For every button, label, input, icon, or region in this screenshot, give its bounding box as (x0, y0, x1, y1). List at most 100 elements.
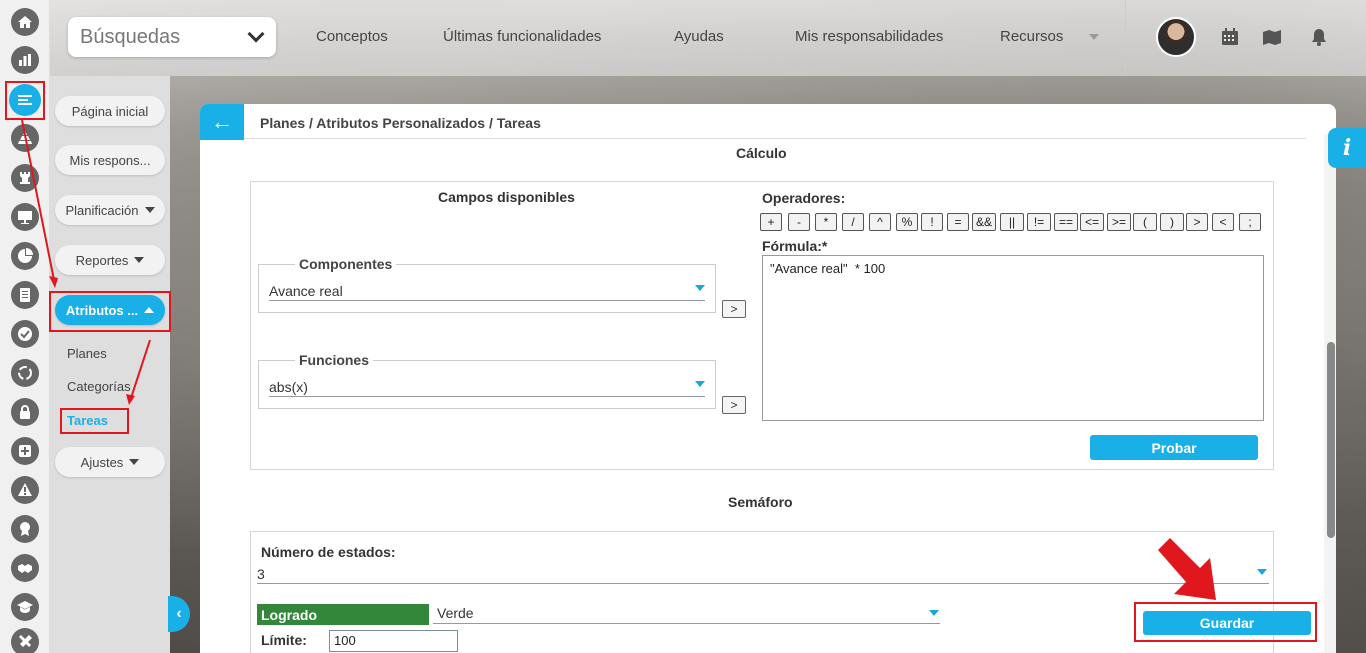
nav-ajustes[interactable]: Ajustes (55, 447, 165, 477)
map-icon[interactable] (1262, 27, 1282, 47)
chevron-down-icon (247, 25, 265, 43)
operator-button[interactable]: / (842, 213, 864, 231)
nav-mis-respons[interactable]: Mis respons... (55, 145, 165, 175)
subnav-planes[interactable]: Planes (67, 346, 107, 361)
home-icon[interactable] (11, 8, 39, 36)
operator-button[interactable]: ! (921, 213, 943, 231)
nav-conceptos[interactable]: Conceptos (316, 28, 388, 45)
componentes-legend: Componentes (295, 256, 397, 272)
scrollbar-thumb[interactable] (1327, 342, 1335, 538)
componentes-select[interactable]: Avance real (269, 283, 705, 301)
check-circle-icon[interactable] (11, 320, 39, 348)
chess-rook-icon[interactable] (11, 164, 39, 192)
operator-button[interactable]: ^ (869, 213, 891, 231)
formula-label: Fórmula:* (762, 238, 828, 254)
left-nav: Página inicial Mis respons... Planificac… (50, 76, 170, 653)
info-label: i (1342, 135, 1352, 161)
back-button[interactable]: ← (200, 104, 244, 140)
operator-button[interactable]: ( (1133, 213, 1157, 231)
operator-button[interactable]: > (1186, 213, 1208, 231)
highlight-atributos (49, 291, 171, 332)
estados-select[interactable]: 3 (257, 566, 1269, 584)
search-dropdown[interactable]: Búsquedas (68, 17, 276, 57)
add-funcion-button[interactable]: > (722, 396, 746, 414)
pyramid-icon[interactable] (11, 124, 39, 152)
search-label: Búsquedas (80, 25, 181, 48)
operadores-label: Operadores: (762, 190, 846, 206)
avatar[interactable] (1156, 17, 1196, 57)
estados-value: 3 (257, 566, 265, 582)
pill-label: Página inicial (71, 103, 149, 119)
cycle-icon[interactable] (11, 359, 39, 387)
nav-reportes[interactable]: Reportes (55, 245, 165, 275)
subnav-categorias[interactable]: Categorías (67, 379, 131, 394)
pill-label: Mis respons... (69, 152, 151, 168)
operator-button[interactable]: = (947, 213, 969, 231)
formula-textarea[interactable]: "Avance real" * 100 (762, 255, 1264, 421)
operator-button[interactable]: || (1000, 213, 1024, 231)
nav-ultimas-funcionalidades[interactable]: Últimas funcionalidades (443, 28, 601, 45)
funciones-legend: Funciones (295, 352, 374, 368)
nav-planificacion[interactable]: Planificación (55, 195, 165, 225)
nav-ayudas[interactable]: Ayudas (674, 28, 724, 45)
dropdown-arrow-icon (929, 610, 939, 616)
button-label: > (730, 302, 738, 316)
highlight-menu-icon (5, 81, 45, 120)
operator-button[interactable]: == (1054, 213, 1078, 231)
funciones-select[interactable]: abs(x) (269, 379, 705, 397)
operator-button[interactable]: < (1212, 213, 1234, 231)
arrow-left-icon: ← (211, 109, 233, 134)
estados-label: Número de estados: (261, 544, 396, 560)
campos-title: Campos disponibles (438, 189, 575, 205)
highlight-guardar (1134, 602, 1317, 642)
header-divider (244, 138, 1306, 139)
info-button[interactable]: i (1328, 128, 1366, 168)
red-arrow-icon (1158, 538, 1216, 600)
document-icon[interactable] (11, 281, 39, 309)
main-panel: ← Planes / Atributos Personalizados / Ta… (200, 104, 1336, 653)
operator-button[interactable]: != (1027, 213, 1051, 231)
plus-box-icon[interactable] (11, 437, 39, 465)
operator-button[interactable]: <= (1080, 213, 1104, 231)
operator-button[interactable]: + (760, 213, 782, 231)
lock-icon[interactable] (11, 398, 39, 426)
pill-label: Ajustes (80, 454, 124, 470)
limite-input[interactable]: 100 (329, 630, 458, 652)
breadcrumb: Planes / Atributos Personalizados / Tare… (260, 115, 541, 131)
tools-icon[interactable] (11, 628, 39, 653)
recursos-caret-icon (1089, 34, 1099, 40)
color-select[interactable]: Verde (433, 605, 940, 624)
dropdown-arrow-icon (1257, 569, 1267, 575)
operator-button[interactable]: && (972, 213, 996, 231)
graduation-cap-icon[interactable] (11, 593, 39, 621)
operator-button[interactable]: % (896, 213, 918, 231)
add-componente-button[interactable]: > (722, 300, 746, 318)
nav-recursos[interactable]: Recursos (1000, 28, 1063, 45)
probar-button[interactable]: Probar (1090, 435, 1258, 460)
calculo-title: Cálculo (736, 145, 787, 161)
presentation-icon[interactable] (11, 203, 39, 231)
header-divider (1125, 0, 1126, 76)
bell-icon[interactable] (1309, 27, 1329, 47)
bar-chart-icon[interactable] (11, 46, 39, 74)
award-icon[interactable] (11, 515, 39, 543)
caret-down-icon (129, 459, 140, 465)
componentes-value: Avance real (269, 283, 343, 299)
nav-mis-responsabilidades[interactable]: Mis responsabilidades (795, 28, 943, 45)
logrado-label: Logrado (261, 606, 317, 623)
dropdown-arrow-icon (695, 285, 705, 291)
operator-button[interactable]: ) (1160, 213, 1184, 231)
color-value: Verde (437, 605, 474, 621)
operator-button[interactable]: - (788, 213, 810, 231)
calendar-icon[interactable] (1220, 27, 1240, 47)
handshake-icon[interactable] (11, 554, 39, 582)
pill-label: Planificación (65, 202, 139, 218)
warning-icon[interactable] (11, 476, 39, 504)
operator-button[interactable]: ; (1239, 213, 1261, 231)
top-header: Búsquedas Conceptos Últimas funcionalida… (50, 0, 1366, 76)
nav-pagina-inicial[interactable]: Página inicial (55, 96, 165, 126)
pie-chart-icon[interactable] (11, 242, 39, 270)
operator-button[interactable]: >= (1107, 213, 1131, 231)
operator-button[interactable]: * (815, 213, 837, 231)
pill-label: Reportes (75, 252, 129, 268)
